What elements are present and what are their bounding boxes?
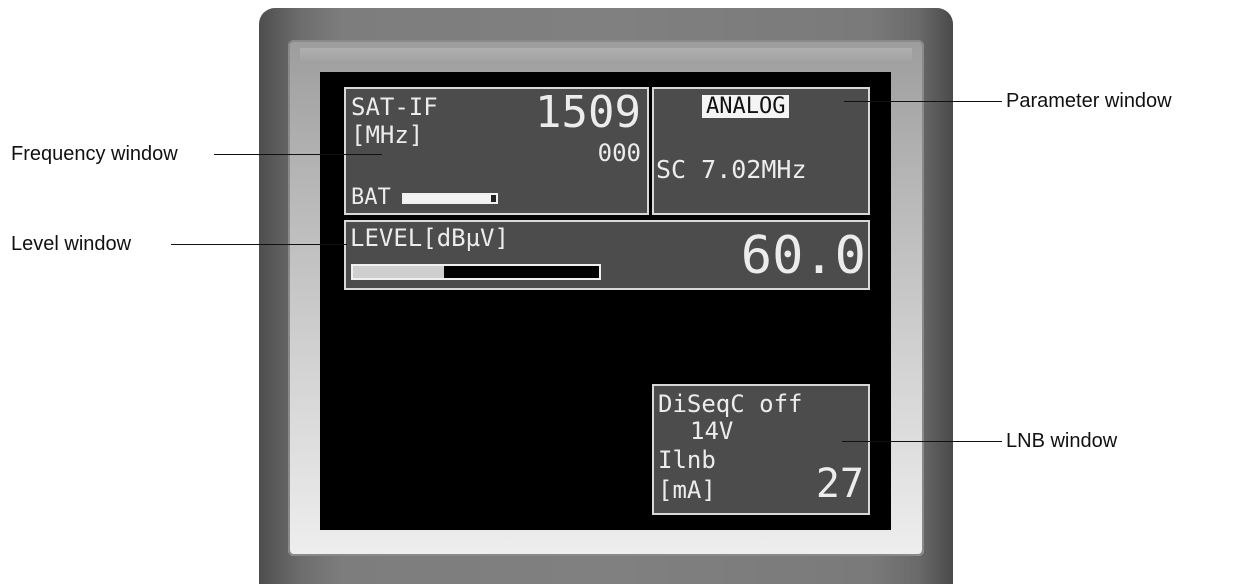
callout-frequency-window: Frequency window: [11, 143, 178, 165]
unit-label: [MHz]: [351, 121, 424, 149]
diseqc-status: DiSeqC off: [658, 390, 803, 418]
lnb-current-unit: [mA]: [658, 476, 716, 504]
lnb-current-value: 27: [815, 461, 864, 507]
callout-parameter-window: Parameter window: [1006, 90, 1172, 112]
battery-label: BAT: [351, 185, 391, 210]
lnb-current-label: Ilnb: [658, 446, 716, 474]
level-value: 60.0: [740, 226, 866, 286]
parameter-window: ANALOG SC 7.02MHz: [652, 87, 870, 215]
level-bar: [351, 264, 601, 280]
leader-line-level: [171, 244, 347, 245]
battery-gauge: [402, 193, 498, 204]
level-window: LEVEL[dBµV] 60.0: [344, 220, 870, 290]
level-label: LEVEL[dBµV]: [350, 224, 509, 252]
frequency-value: 1509: [535, 87, 641, 138]
frequency-sub-value: 000: [597, 139, 641, 167]
lcd-screen: SAT-IF [MHz] 1509 000 BAT ANALOG SC 7.02…: [320, 72, 891, 530]
frequency-window: SAT-IF [MHz] 1509 000 BAT: [344, 87, 649, 215]
subcarrier-value: SC 7.02MHz: [656, 155, 807, 184]
leader-line-parameter: [844, 101, 1002, 102]
level-bar-fill: [353, 266, 445, 278]
band-label: SAT-IF: [351, 93, 438, 121]
leader-line-lnb: [842, 441, 1002, 442]
battery-fill: [404, 195, 492, 202]
callout-level-window: Level window: [11, 233, 132, 255]
callout-lnb-window: LNB window: [1006, 430, 1118, 452]
bezel-top-strip: [300, 48, 912, 64]
lnb-window: DiSeqC off 14V Ilnb [mA] 27: [652, 384, 870, 515]
leader-line-frequency: [214, 154, 382, 155]
mode-label: ANALOG: [702, 95, 790, 118]
lnb-voltage: 14V: [690, 417, 734, 445]
